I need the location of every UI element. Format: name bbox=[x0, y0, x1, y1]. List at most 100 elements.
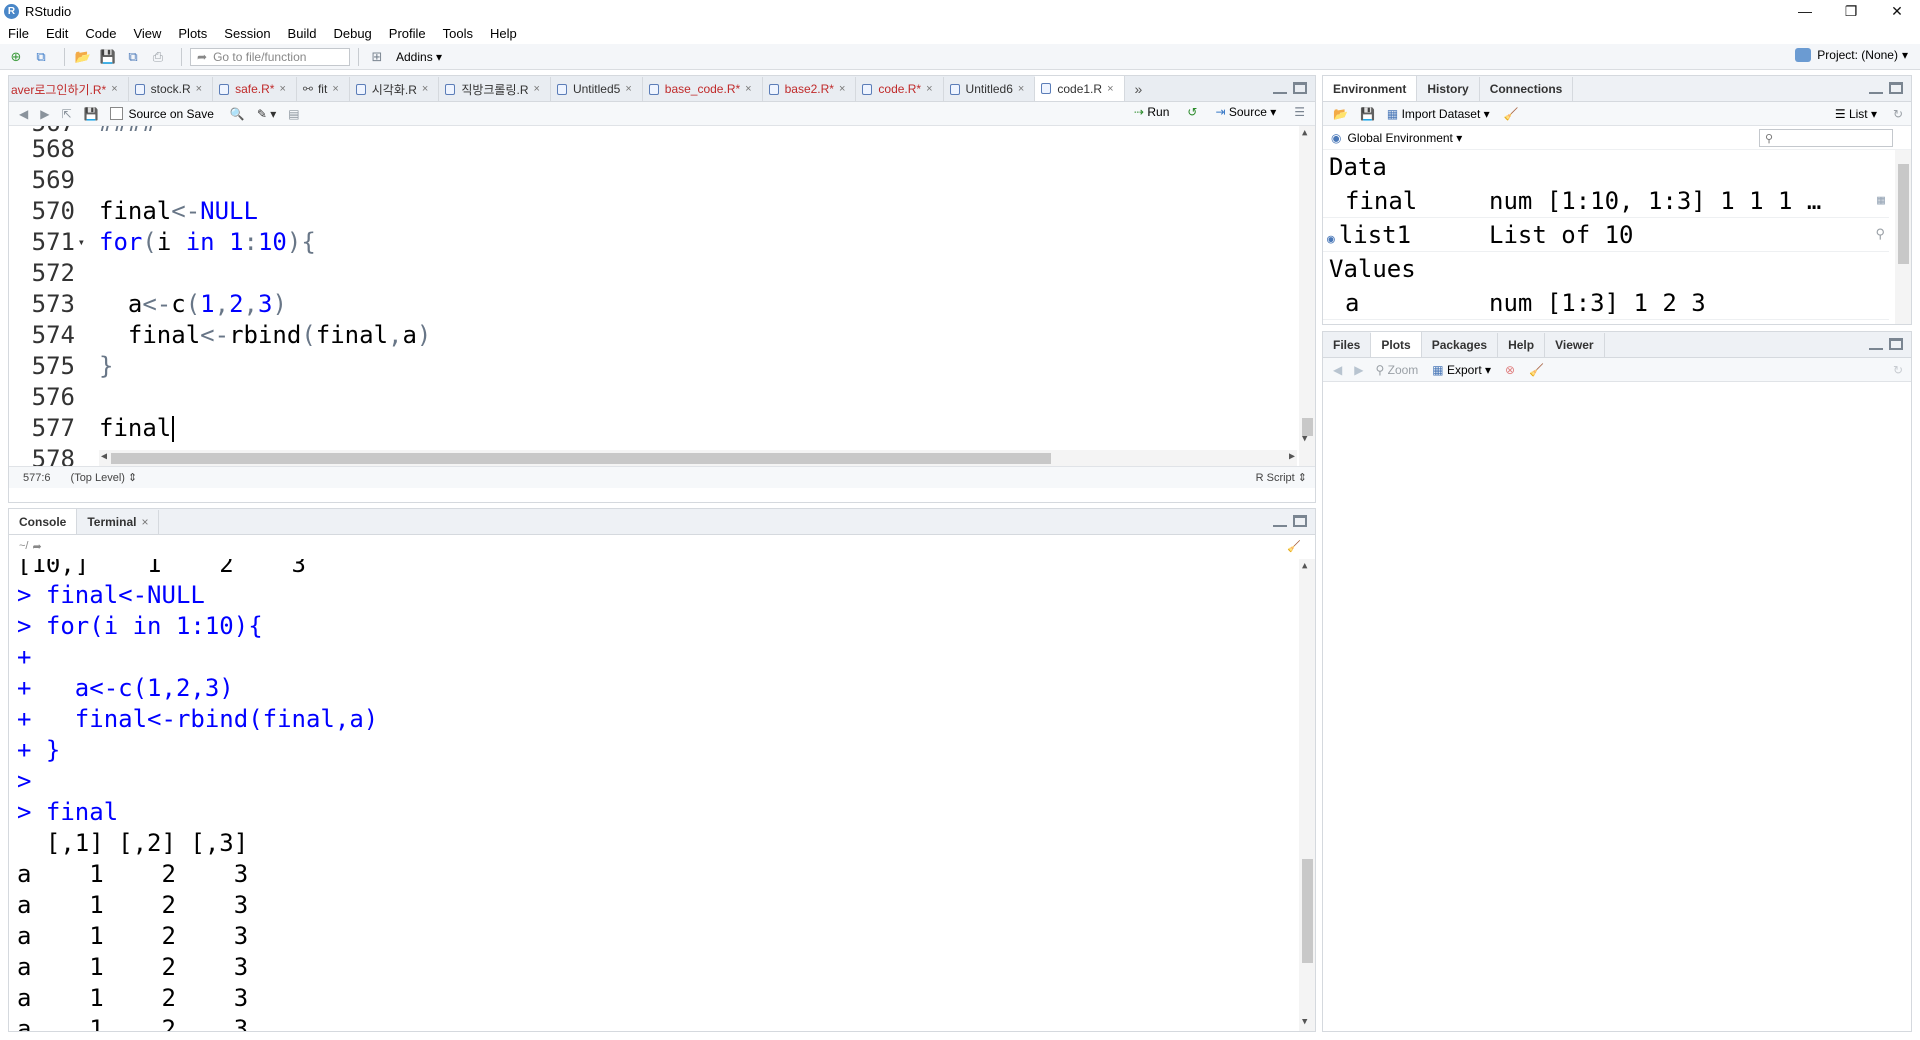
code-area[interactable]: #### final<-NULL for(i in 1:10){ a<-c(1,… bbox=[99, 126, 1297, 466]
minimize-pane-button[interactable] bbox=[1273, 515, 1287, 527]
project-menu[interactable]: Project: (None) ▾ bbox=[1795, 48, 1908, 62]
expand-icon[interactable]: ◉ bbox=[1327, 232, 1335, 247]
clear-plots-broom-icon[interactable]: 🧹 bbox=[1529, 363, 1544, 377]
new-project-icon[interactable]: ⧉ bbox=[31, 48, 51, 66]
rerun-icon[interactable]: ↺ bbox=[1187, 105, 1197, 119]
global-environment-selector[interactable]: Global Environment ▾ bbox=[1347, 131, 1462, 145]
environment-row[interactable]: final num [1:10, 1:3] 1 1 1 … ▦ bbox=[1323, 184, 1889, 218]
menu-code[interactable]: Code bbox=[85, 26, 116, 41]
editor-tab[interactable]: base2.R* × bbox=[763, 77, 857, 101]
run-button[interactable]: ⇢ Run bbox=[1134, 105, 1169, 119]
addins-menu[interactable]: Addins ▾ bbox=[396, 50, 442, 64]
source-on-save-checkbox[interactable] bbox=[110, 107, 124, 120]
close-icon[interactable]: × bbox=[534, 83, 540, 95]
close-icon[interactable]: × bbox=[839, 83, 845, 95]
maximize-pane-button[interactable] bbox=[1293, 82, 1307, 94]
view-table-icon[interactable]: ▦ bbox=[1877, 193, 1885, 208]
menu-help[interactable]: Help bbox=[490, 26, 517, 41]
editor-tab[interactable]: aver로그인하기.R* × bbox=[9, 77, 129, 101]
refresh-icon[interactable]: ↻ bbox=[1893, 363, 1903, 377]
scroll-thumb[interactable] bbox=[1898, 164, 1909, 264]
save-workspace-icon[interactable]: 💾 bbox=[1360, 107, 1375, 121]
close-icon[interactable]: × bbox=[625, 83, 631, 95]
maximize-pane-button[interactable] bbox=[1889, 82, 1903, 94]
close-button[interactable]: ✕ bbox=[1874, 0, 1920, 22]
print-icon[interactable]: ⎙ bbox=[148, 48, 168, 66]
go-to-directory-icon[interactable]: ➦ bbox=[32, 540, 41, 553]
close-icon[interactable]: × bbox=[111, 83, 117, 95]
new-file-icon[interactable]: ⊕ bbox=[6, 48, 26, 66]
console-output[interactable]: [10,] 1 2 3 > final<-NULL > for(i in 1:1… bbox=[9, 559, 1315, 1031]
document-outline-icon[interactable]: ☰ bbox=[1294, 105, 1305, 119]
menu-profile[interactable]: Profile bbox=[389, 26, 426, 41]
tab-files[interactable]: Files bbox=[1323, 333, 1372, 357]
scroll-left-icon[interactable]: ◀ bbox=[101, 451, 107, 462]
save-icon[interactable]: 💾 bbox=[98, 48, 118, 66]
tab-history[interactable]: History bbox=[1417, 77, 1480, 101]
tab-viewer[interactable]: Viewer bbox=[1545, 333, 1605, 357]
close-icon[interactable]: × bbox=[332, 83, 338, 95]
grid-layout-icon[interactable]: ⊞ bbox=[367, 48, 387, 66]
save-all-icon[interactable]: ⧉ bbox=[123, 48, 143, 66]
code-tools-wand-icon[interactable]: ✎ ▾ bbox=[257, 107, 276, 121]
save-icon[interactable]: 💾 bbox=[84, 107, 99, 121]
close-icon[interactable]: × bbox=[1107, 83, 1113, 95]
close-icon[interactable]: × bbox=[196, 83, 202, 95]
inspect-icon[interactable]: ⚲ bbox=[1875, 227, 1885, 242]
maximize-pane-button[interactable] bbox=[1293, 515, 1307, 527]
source-button[interactable]: ⇥ Source ▾ bbox=[1215, 105, 1276, 119]
editor-tab[interactable]: safe.R* × bbox=[213, 77, 297, 101]
refresh-icon[interactable]: ↻ bbox=[1893, 107, 1903, 121]
maximize-pane-button[interactable] bbox=[1889, 338, 1903, 350]
environment-row[interactable]: a num [1:3] 1 2 3 bbox=[1323, 286, 1889, 320]
scroll-thumb[interactable] bbox=[111, 453, 1051, 464]
view-mode-selector[interactable]: ☰ List ▾ bbox=[1835, 107, 1877, 121]
menu-edit[interactable]: Edit bbox=[46, 26, 68, 41]
minimize-pane-button[interactable] bbox=[1273, 82, 1287, 94]
next-plot-icon[interactable]: ▶ bbox=[1354, 363, 1363, 377]
minimize-pane-button[interactable] bbox=[1869, 82, 1883, 94]
close-icon[interactable]: × bbox=[1018, 83, 1024, 95]
editor-tab[interactable]: Untitled6 × bbox=[944, 77, 1036, 101]
menu-plots[interactable]: Plots bbox=[178, 26, 207, 41]
remove-plot-icon[interactable]: ⊗ bbox=[1505, 363, 1515, 377]
close-icon[interactable]: × bbox=[745, 83, 751, 95]
goto-file-input[interactable]: ➦ Go to file/function bbox=[190, 47, 350, 66]
scroll-right-icon[interactable]: ▶ bbox=[1289, 451, 1295, 462]
editor-tab[interactable]: stock.R × bbox=[129, 77, 214, 101]
editor-tab[interactable]: 직방크롤링.R × bbox=[439, 77, 551, 101]
menu-tools[interactable]: Tools bbox=[443, 26, 473, 41]
editor-tab[interactable]: base_code.R* × bbox=[643, 77, 763, 101]
export-button[interactable]: ▦ Export ▾ bbox=[1432, 363, 1491, 377]
menu-view[interactable]: View bbox=[133, 26, 161, 41]
close-icon[interactable]: × bbox=[422, 83, 428, 95]
minimize-pane-button[interactable] bbox=[1869, 338, 1883, 350]
environment-search-input[interactable]: ⚲ bbox=[1759, 129, 1893, 147]
back-arrow-icon[interactable]: ◀ bbox=[19, 107, 28, 121]
editor-vertical-scrollbar[interactable]: ▲ ▼ bbox=[1299, 126, 1315, 466]
editor-tab[interactable]: Untitled5 × bbox=[551, 77, 643, 101]
compile-report-icon[interactable]: ▤ bbox=[288, 107, 299, 121]
tab-help[interactable]: Help bbox=[1498, 333, 1546, 357]
more-tabs-icon[interactable]: » bbox=[1135, 81, 1143, 97]
editor-tab-active[interactable]: code1.R × bbox=[1035, 76, 1125, 101]
load-workspace-icon[interactable]: 📂 bbox=[1333, 107, 1348, 121]
tab-plots[interactable]: Plots bbox=[1371, 332, 1422, 357]
file-type-selector[interactable]: R Script ⇕ bbox=[1256, 471, 1307, 484]
menu-file[interactable]: File bbox=[8, 26, 29, 41]
console-vertical-scrollbar[interactable]: ▲ ▼ bbox=[1299, 559, 1315, 1031]
scroll-thumb[interactable] bbox=[1302, 859, 1313, 963]
editor-tab[interactable]: ⚯ fit × bbox=[297, 77, 350, 101]
scroll-up-icon[interactable]: ▲ bbox=[1302, 561, 1307, 571]
clear-objects-broom-icon[interactable]: 🧹 bbox=[1504, 107, 1519, 121]
tab-packages[interactable]: Packages bbox=[1422, 333, 1499, 357]
close-icon[interactable]: × bbox=[141, 515, 148, 529]
minimize-button[interactable]: — bbox=[1782, 0, 1828, 22]
editor-tab[interactable]: code.R* × bbox=[856, 77, 944, 101]
menu-debug[interactable]: Debug bbox=[333, 26, 371, 41]
tab-console[interactable]: Console bbox=[9, 509, 78, 534]
zoom-button[interactable]: ⚲ Zoom bbox=[1375, 363, 1418, 377]
scroll-down-icon[interactable]: ▼ bbox=[1302, 434, 1307, 444]
previous-plot-icon[interactable]: ◀ bbox=[1333, 363, 1342, 377]
show-in-window-icon[interactable]: ⇱ bbox=[61, 107, 71, 121]
